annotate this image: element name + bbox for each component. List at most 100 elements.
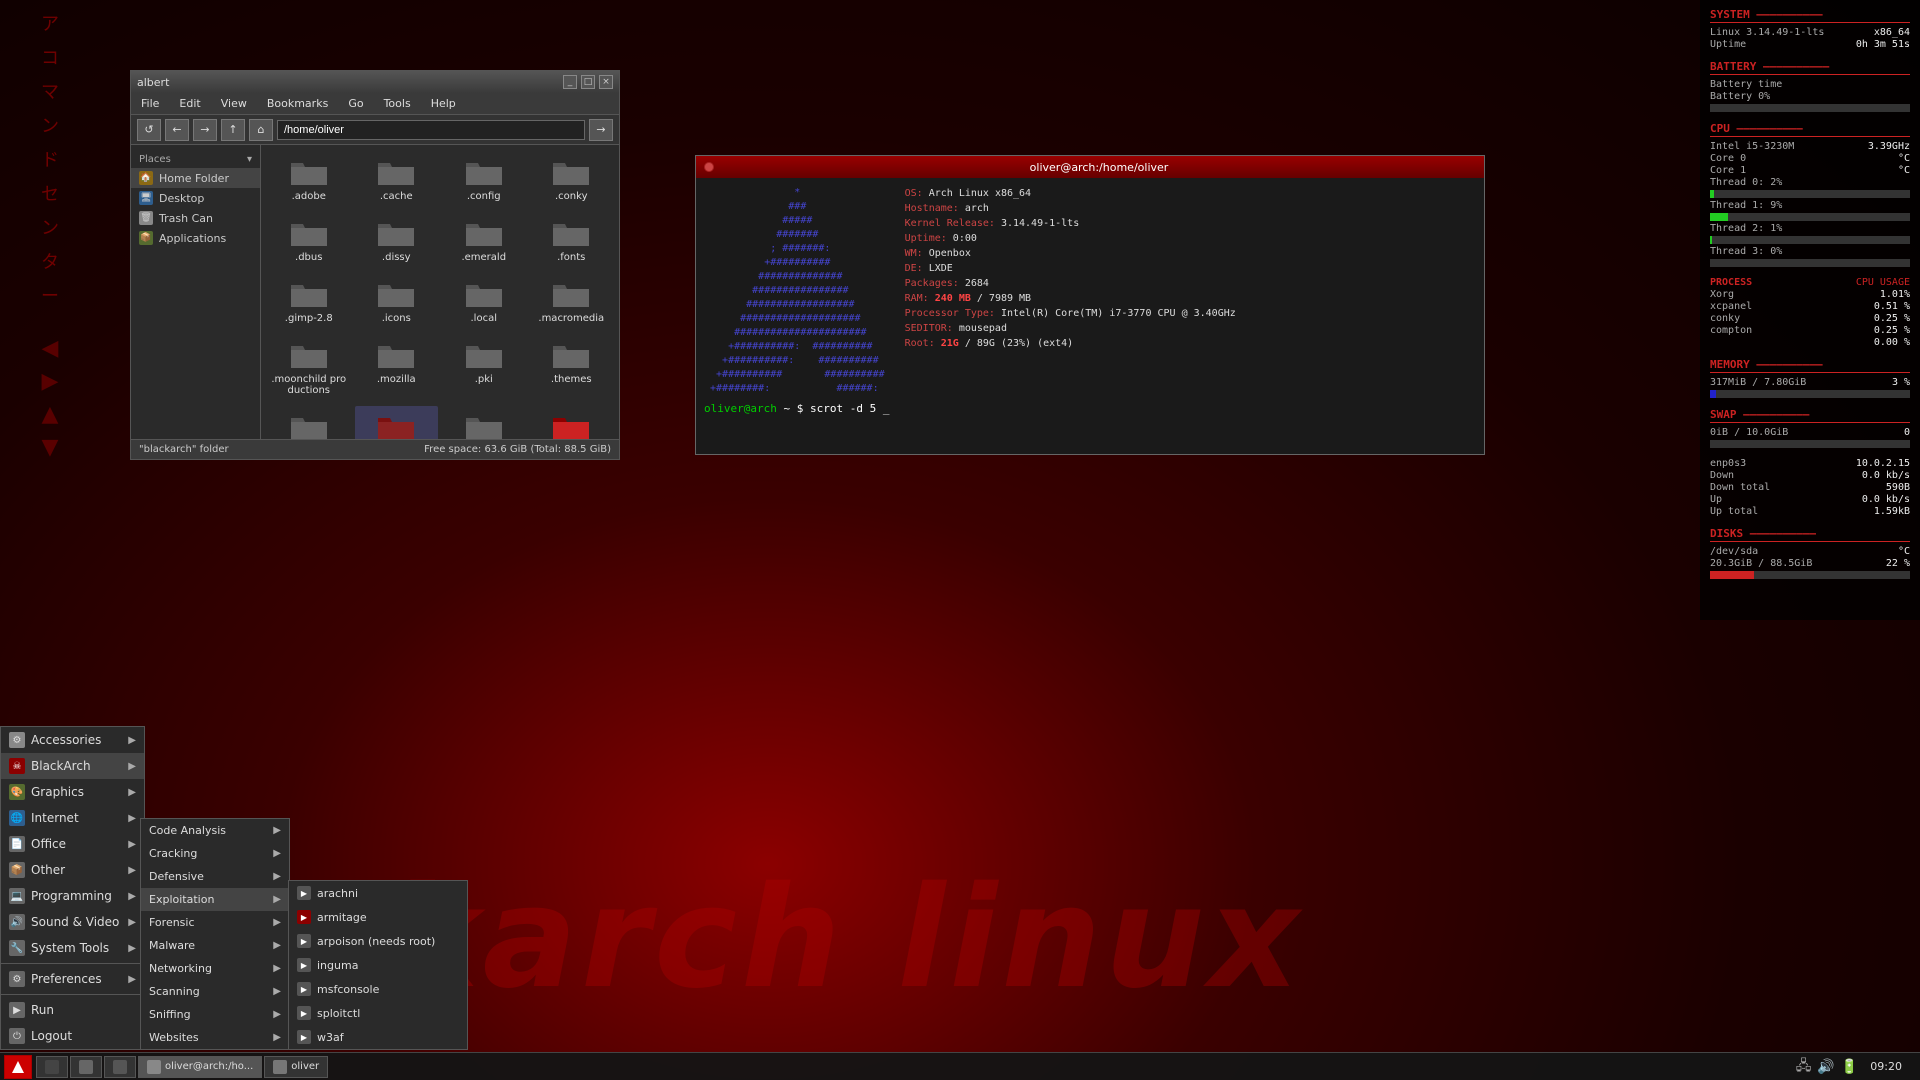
menu-bookmarks[interactable]: Bookmarks bbox=[263, 95, 332, 112]
sidebar-arrow-up[interactable]: ▲ bbox=[42, 402, 59, 427]
tray-battery-icon[interactable]: 🔋 bbox=[1841, 1059, 1858, 1075]
menu-tools[interactable]: Tools bbox=[380, 95, 415, 112]
exploit-sploitctl[interactable]: ▶ sploitctl bbox=[289, 1001, 467, 1025]
sub-scanning[interactable]: Scanning ▶ bbox=[141, 980, 289, 1003]
sub-exploitation[interactable]: Exploitation ▶ bbox=[141, 888, 289, 911]
close-button[interactable]: × bbox=[599, 75, 613, 89]
sub-code-analysis[interactable]: Code Analysis ▶ bbox=[141, 819, 289, 842]
sidebar-desktop[interactable]: 🖥 Desktop bbox=[131, 188, 260, 208]
taskbar-files-btn[interactable] bbox=[70, 1056, 102, 1078]
file-macromedia[interactable]: .macromedia bbox=[530, 273, 614, 330]
sysmon-core1-row: Core 1 °C bbox=[1710, 165, 1910, 176]
toolbar-home[interactable]: ⌂ bbox=[249, 119, 273, 141]
exploit-arachni[interactable]: ▶ arachni bbox=[289, 881, 467, 905]
exploitation-arrow: ▶ bbox=[273, 894, 281, 905]
terminal-body[interactable]: * ### ##### ####### ; #######: +########… bbox=[696, 178, 1484, 454]
file-gimp[interactable]: .gimp-2.8 bbox=[267, 273, 351, 330]
sysmon-iface-row: enp0s3 10.0.2.15 bbox=[1710, 458, 1910, 469]
file-themes[interactable]: .themes bbox=[530, 334, 614, 402]
menu-accessories[interactable]: ⚙ Accessories ▶ bbox=[1, 727, 144, 753]
exploit-inguma[interactable]: ▶ inguma bbox=[289, 953, 467, 977]
taskbar-oliver-btn[interactable]: oliver bbox=[264, 1056, 328, 1078]
file-cache[interactable]: .cache bbox=[355, 151, 439, 208]
exploit-armitage[interactable]: ▶ armitage bbox=[289, 905, 467, 929]
menu-internet[interactable]: 🌐 Internet ▶ bbox=[1, 805, 144, 831]
menu-programming[interactable]: 💻 Programming ▶ bbox=[1, 883, 144, 909]
maximize-button[interactable]: □ bbox=[581, 75, 595, 89]
file-fonts[interactable]: .fonts bbox=[530, 212, 614, 269]
toolbar-next[interactable]: → bbox=[589, 119, 613, 141]
sub-defensive[interactable]: Defensive ▶ bbox=[141, 865, 289, 888]
sysmon-ip: 10.0.2.15 bbox=[1856, 458, 1910, 469]
file-dissy[interactable]: .dissy bbox=[355, 212, 439, 269]
file-name-gimp: .gimp-2.8 bbox=[285, 313, 333, 324]
taskbar-terminal-btn[interactable]: oliver@arch:/ho... bbox=[138, 1056, 262, 1078]
sidebar-home[interactable]: 🏠 Home Folder bbox=[131, 168, 260, 188]
toolbar-back[interactable]: ← bbox=[165, 119, 189, 141]
file-adobe[interactable]: .adobe bbox=[267, 151, 351, 208]
taskbar-browser-btn[interactable] bbox=[104, 1056, 136, 1078]
minimize-button[interactable]: _ bbox=[563, 75, 577, 89]
toolbar-reload[interactable]: ↺ bbox=[137, 119, 161, 141]
sub-forensic[interactable]: Forensic ▶ bbox=[141, 911, 289, 934]
file-moonchild[interactable]: .moonchild productions bbox=[267, 334, 351, 402]
terminal-prompt[interactable]: oliver@arch ~ $ scrot -d 5 _ bbox=[704, 402, 1476, 415]
exploit-msfconsole[interactable]: ▶ msfconsole bbox=[289, 977, 467, 1001]
sub-websites[interactable]: Websites ▶ bbox=[141, 1026, 289, 1049]
menu-other[interactable]: 📦 Other ▶ bbox=[1, 857, 144, 883]
file-conky[interactable]: .conky bbox=[530, 151, 614, 208]
menu-run[interactable]: ▶ Run bbox=[1, 997, 144, 1023]
sysmon-core0-val: °C bbox=[1898, 153, 1910, 164]
thread2-label: Thread 2: 1% bbox=[1710, 223, 1782, 234]
file-desktop[interactable]: Desktop bbox=[530, 406, 614, 439]
file-thumbnails[interactable]: .thumbnails bbox=[267, 406, 351, 439]
menu-graphics[interactable]: 🎨 Graphics ▶ bbox=[1, 779, 144, 805]
sidebar-applications[interactable]: 📦 Applications bbox=[131, 228, 260, 248]
ram-bar-container bbox=[1710, 390, 1910, 398]
terminal-titlebar[interactable]: oliver@arch:/home/oliver bbox=[696, 156, 1484, 178]
tray-network-icon[interactable]: 🖧 bbox=[1796, 1055, 1812, 1079]
file-cnt-fai[interactable]: CNT-FAI bbox=[442, 406, 526, 439]
menu-preferences[interactable]: ⚙ Preferences ▶ bbox=[1, 966, 144, 992]
sysmon-iface: enp0s3 bbox=[1710, 458, 1746, 469]
exploit-w3af[interactable]: ▶ w3af bbox=[289, 1025, 467, 1049]
sysmon-up-total-key: Up total bbox=[1710, 506, 1758, 517]
menu-sound-video[interactable]: 🔊 Sound & Video ▶ bbox=[1, 909, 144, 935]
menu-system-tools[interactable]: 🔧 System Tools ▶ bbox=[1, 935, 144, 961]
exploit-arpoison[interactable]: ▶ arpoison (needs root) bbox=[289, 929, 467, 953]
file-dbus[interactable]: .dbus bbox=[267, 212, 351, 269]
menu-file[interactable]: File bbox=[137, 95, 163, 112]
menu-help[interactable]: Help bbox=[427, 95, 460, 112]
menu-office[interactable]: 📄 Office ▶ bbox=[1, 831, 144, 857]
menu-logout[interactable]: ⏻ Logout bbox=[1, 1023, 144, 1049]
sub-sniffing[interactable]: Sniffing ▶ bbox=[141, 1003, 289, 1026]
sub-cracking[interactable]: Cracking ▶ bbox=[141, 842, 289, 865]
tray-volume-icon[interactable]: 🔊 bbox=[1817, 1059, 1834, 1075]
file-config[interactable]: .config bbox=[442, 151, 526, 208]
start-button[interactable] bbox=[4, 1055, 32, 1079]
file-blackarch[interactable]: blackarch bbox=[355, 406, 439, 439]
menu-view[interactable]: View bbox=[217, 95, 251, 112]
sub-malware[interactable]: Malware ▶ bbox=[141, 934, 289, 957]
process-title: PROCESS bbox=[1710, 277, 1752, 288]
file-mozilla[interactable]: .mozilla bbox=[355, 334, 439, 402]
sidebar-arrow-left[interactable]: ◀ bbox=[42, 336, 59, 361]
sub-networking[interactable]: Networking ▶ bbox=[141, 957, 289, 980]
toolbar-forward[interactable]: → bbox=[193, 119, 217, 141]
menu-edit[interactable]: Edit bbox=[175, 95, 204, 112]
sidebar-arrow-right[interactable]: ▶ bbox=[42, 369, 59, 394]
path-input[interactable] bbox=[277, 120, 585, 140]
file-manager-titlebar[interactable]: albert _ □ × bbox=[131, 71, 619, 93]
file-emerald[interactable]: .emerald bbox=[442, 212, 526, 269]
toolbar-up[interactable]: ↑ bbox=[221, 119, 245, 141]
menu-go[interactable]: Go bbox=[344, 95, 367, 112]
sidebar-arrow-down[interactable]: ▼ bbox=[42, 435, 59, 460]
file-local[interactable]: .local bbox=[442, 273, 526, 330]
sidebar-trash[interactable]: 🗑 Trash Can bbox=[131, 208, 260, 228]
menu-blackarch[interactable]: ☠ BlackArch ▶ bbox=[1, 753, 144, 779]
taskbar-sysmon-btn[interactable] bbox=[36, 1056, 68, 1078]
sysmon-process-header: PROCESS CPU USAGE bbox=[1710, 277, 1910, 288]
file-pki[interactable]: .pki bbox=[442, 334, 526, 402]
file-icons[interactable]: .icons bbox=[355, 273, 439, 330]
places-toggle[interactable]: ▾ bbox=[247, 154, 252, 165]
